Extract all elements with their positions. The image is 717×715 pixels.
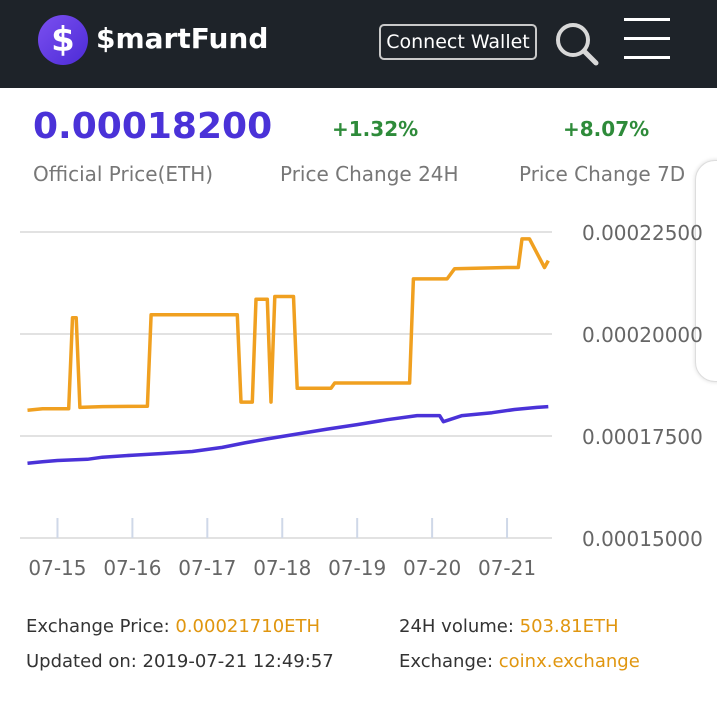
exchange-link[interactable]: coinx.exchange (499, 651, 640, 672)
exchange-price-value: 0.00021710ETH (175, 616, 321, 637)
x-tick-label: 07-17 (178, 556, 236, 580)
y-tick-label: 0.00017500 (582, 425, 703, 449)
series-line-1 (27, 404, 549, 466)
y-tick-label: 0.00022500 (582, 221, 703, 245)
x-tick-label: 07-18 (253, 556, 311, 580)
volume-label: 24H volume: (399, 616, 520, 637)
exchange-price-info: Exchange Price: 0.00021710ETH (26, 616, 320, 637)
exchange-label: Exchange: (399, 651, 499, 672)
official-price-value: 0.00018200 (33, 106, 273, 147)
y-tick-label: 0.00015000 (582, 527, 703, 551)
exchange-price-label: Exchange Price: (26, 616, 176, 637)
x-tick-label: 07-16 (103, 556, 161, 580)
official-price-label: Official Price(ETH) (33, 162, 214, 186)
price-change-24h-value: +1.32% (332, 117, 419, 141)
x-tick-label: 07-19 (328, 556, 386, 580)
search-icon[interactable] (553, 20, 599, 66)
price-change-24h-label: Price Change 24H (280, 162, 459, 186)
volume-value: 503.81ETH (519, 616, 619, 637)
x-tick-label: 07-15 (28, 556, 86, 580)
y-tick-label: 0.00020000 (582, 323, 703, 347)
price-chart: 0.00022500 0.00020000 0.00017500 0.00015000… (20, 221, 703, 580)
logo-icon[interactable]: $ (38, 15, 88, 65)
x-tick-label: 07-21 (478, 556, 536, 580)
price-change-7d-label: Price Change 7D (519, 162, 686, 186)
top-bar: $ $martFund Connect Wallet (0, 0, 717, 88)
x-tick-label: 07-20 (403, 556, 461, 580)
brand-name[interactable]: $martFund (96, 22, 268, 55)
connect-wallet-button[interactable]: Connect Wallet (379, 24, 537, 60)
updated-info: Updated on: 2019-07-21 12:49:57 (26, 651, 334, 672)
menu-icon[interactable] (624, 18, 670, 62)
series-line-0 (27, 237, 550, 413)
updated-value: 2019-07-21 12:49:57 (142, 651, 334, 672)
volume-info: 24H volume: 503.81ETH (399, 616, 619, 637)
updated-label: Updated on: (26, 651, 143, 672)
price-change-7d-value: +8.07% (563, 117, 650, 141)
exchange-info: Exchange: coinx.exchange (399, 651, 640, 672)
